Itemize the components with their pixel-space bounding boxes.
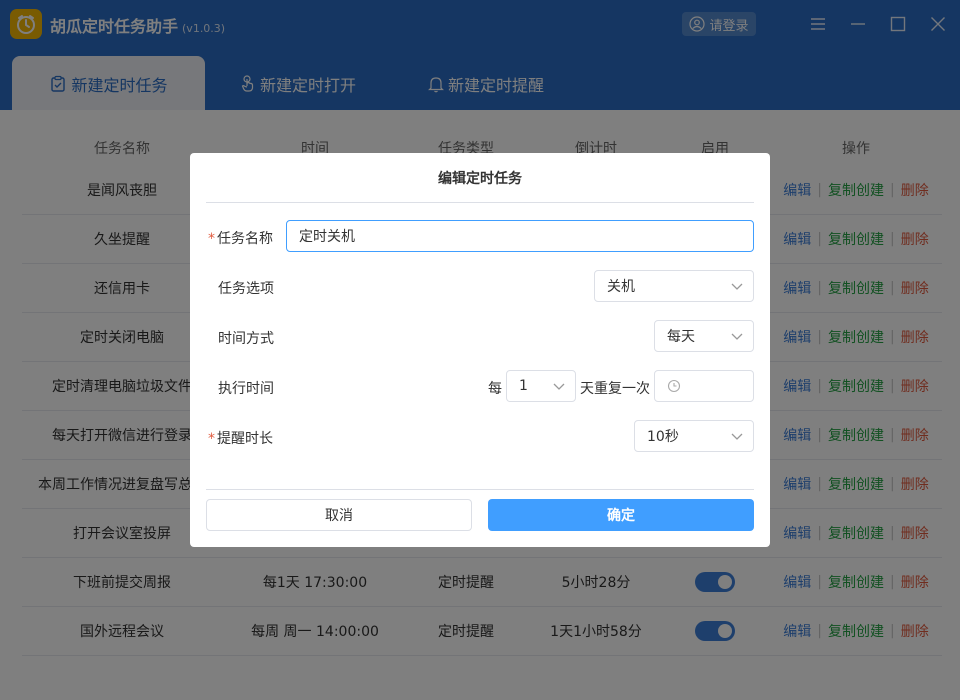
interval-select[interactable]: 1 <box>506 370 576 402</box>
exec-time-label: 执行时间 <box>218 381 274 397</box>
task-name-label: * 任务名称 <box>208 231 273 247</box>
remind-duration-value: 10秒 <box>647 429 679 445</box>
task-option-label: 任务选项 <box>218 281 274 297</box>
confirm-button[interactable]: 确定 <box>488 499 754 531</box>
cancel-button[interactable]: 取消 <box>206 499 472 531</box>
task-name-input[interactable]: 定时关机 <box>286 220 754 252</box>
chevron-down-icon <box>731 283 743 290</box>
task-option-select[interactable]: 关机 <box>594 270 754 302</box>
chevron-down-icon <box>731 433 743 440</box>
time-mode-value: 每天 <box>667 329 695 345</box>
time-mode-label: 时间方式 <box>218 331 274 347</box>
clock-icon <box>667 379 681 393</box>
time-picker-input[interactable] <box>654 370 754 402</box>
remind-duration-select[interactable]: 10秒 <box>634 420 754 452</box>
remind-duration-label: * 提醒时长 <box>208 431 273 447</box>
dialog-title: 编辑定时任务 <box>206 153 754 203</box>
chevron-down-icon <box>553 383 565 390</box>
task-name-value: 定时关机 <box>299 229 355 245</box>
interval-value: 1 <box>519 378 528 394</box>
exec-repeat-suffix: 天重复一次 <box>580 381 650 397</box>
task-option-value: 关机 <box>607 279 635 295</box>
time-mode-select[interactable]: 每天 <box>654 320 754 352</box>
exec-every-prefix: 每 <box>488 381 502 397</box>
chevron-down-icon <box>731 333 743 340</box>
edit-task-dialog: 编辑定时任务 * 任务名称 定时关机 任务选项 关机 时间方式 每天 执行时间 每… <box>190 153 770 547</box>
dialog-divider <box>206 489 754 490</box>
